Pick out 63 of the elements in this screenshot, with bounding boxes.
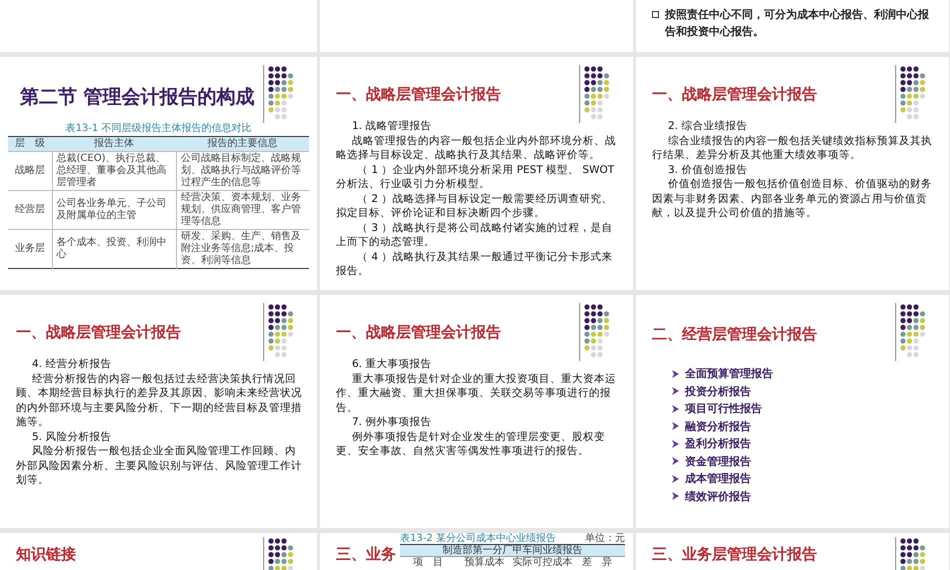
slide-title: 一、战略层管理会计报告 [336, 323, 501, 341]
slide-title: 一、战略层管理会计报告 [652, 85, 817, 103]
arrow-bullet-icon [672, 422, 679, 430]
paragraph: 4. 经营分析报告 [31, 357, 112, 372]
list-item-text: 融资分析报告 [685, 418, 751, 434]
arrow-bullet-icon [672, 474, 679, 483]
column-header: 报告主体 [52, 136, 176, 151]
paragraph: 战略管理报告的内容一般包括企业内外部环境分析、战略选择与目标设定、战略执行及其结果、战略评价等。 [336, 134, 617, 162]
slide-title: 一、战略层管理会计报告 [336, 85, 501, 103]
paragraph: （ 3 ）战略执行是将公司战略付诸实施的过程，是自上而下的动态管理。 [336, 220, 614, 250]
table-cell: 业务层 [8, 229, 52, 268]
slide-title: 二、经营层管理会计报告 [652, 325, 817, 343]
list-item-text: 绩效评价报告 [685, 488, 751, 504]
paragraph: 7. 例外事项报告 [351, 415, 432, 430]
paragraph: 风险分析报告一般包括企业全面风险管理工作回顾、内外部风险因素分析、主要风险识别与评估、风险管理工作计划等。 [16, 444, 303, 488]
paragraph: 6. 重大事项报告 [351, 357, 432, 372]
list-item-text: 全面预算管理报告 [685, 366, 773, 382]
arrow-bullet-icon [672, 370, 679, 378]
slide-title: 三、业务层管理会计报告 [652, 545, 818, 563]
arrow-bullet-icon [672, 492, 679, 500]
table-cell: 总裁(CEO)、执行总裁、总经理、董事会及其他高层管理者 [52, 151, 176, 190]
slide-title: 第二节 管理会计报告的构成 [20, 85, 255, 110]
arrow-bullet-icon [672, 440, 679, 448]
slide-title: 知识链接 [16, 545, 77, 563]
paragraph: （ 4 ）战略执行及其结果一般通过平衡记分卡形式来报告。 [336, 250, 614, 278]
paragraph: （ 2 ）战略选择与目标设定一般需要经历调查研究、拟定目标、评价论证和目标决断四个步骤。 [336, 192, 614, 220]
paragraph: 经营分析报告的内容一般包括过去经营决策执行情况回顾、本期经营目标执行的差异及其原因、影响未来经营状况的内外部环境与主要风险分析、下一期的经营目标及管理措施等。 [16, 372, 303, 430]
paragraph: （ 1 ）企业内外部环境分析采用 PEST 模型、 SWOT 分析法、行业吸引力分析模型。 [336, 162, 616, 192]
arrow-bullet-icon [672, 457, 679, 466]
column-header: 预算成本 [463, 557, 506, 568]
table-cell: 公司战略目标制定、战略规划、战略执行与战略评价等过程产生的信息等 [176, 151, 309, 190]
table-cell: 各个成本、投资、利润中心 [52, 229, 176, 268]
arrow-bullet-icon [672, 404, 679, 413]
paragraph: 1. 战略管理报告 [351, 119, 432, 134]
table-cell: 公司各业务单元、子公司及附属单位的主管 [52, 190, 176, 229]
paragraph: 重大事项报告是针对企业的重大投资项目、重大资本运作、重大融资、重大担保事项、关联交易等事项进行的报告。 [336, 372, 617, 415]
column-header: 项 目 [412, 557, 444, 568]
paragraph: 例外事项报告是针对企业发生的管理层变更、股权变更、安全事故、自然灾害等偶发性事项进行的报告。 [336, 430, 606, 458]
table-header: 制造部第一分厂甲车间业绩报告 [400, 544, 625, 556]
table-cell: 研发、采购、生产、销售及附注业务等信息;成本、投资、利润等信息 [176, 229, 309, 268]
paragraph: 3. 价值创造报告 [667, 162, 748, 177]
paragraph: 2. 综合业绩报告 [667, 119, 748, 134]
bullet-text: 按照责任中心不同，可分为成本中心报告、利润中心报告和投资中心报告。 [665, 7, 930, 40]
list-item-text: 成本管理报告 [685, 471, 751, 487]
list-item-text: 项目可行性报告 [685, 401, 762, 417]
paragraph: 5. 风险分析报告 [31, 430, 112, 444]
arrow-bullet-icon [672, 387, 679, 396]
table-cell: 战略层 [8, 151, 52, 190]
table-cell: 经营层 [8, 190, 52, 229]
column-header: 差 异 [580, 557, 613, 568]
list-item-text: 盈利分析报告 [685, 436, 751, 452]
slide-title: 三、业务 [336, 545, 396, 563]
list-item-text: 资金管理报告 [685, 454, 751, 470]
table-cell: 经营决策、资本规划、业务规划、供应商管理、客户管理等信息 [176, 190, 309, 229]
table-unit: 单位：元 [585, 533, 625, 544]
table-caption: 表13-1 不同层级报告主体报告的信息对比 [64, 123, 252, 136]
list-item-text: 投资分析报告 [685, 384, 751, 400]
column-header: 报告的主要信息 [176, 136, 309, 151]
slide-title: 一、战略层管理会计报告 [16, 323, 181, 341]
square-bullet-icon [652, 11, 659, 18]
paragraph: 价值创造报告一般包括价值创造目标、价值驱动的财务因素与非财务因素、内部各业务单元的资源占用与价值贡献，以及提升公司价值的措施等。 [652, 177, 933, 220]
paragraph: 综合业绩报告的内容一般包括关键绩效指标预算及其执行结果、差异分析及其他重大绩效事项等。 [652, 134, 933, 162]
column-header: 层 级 [8, 136, 52, 151]
